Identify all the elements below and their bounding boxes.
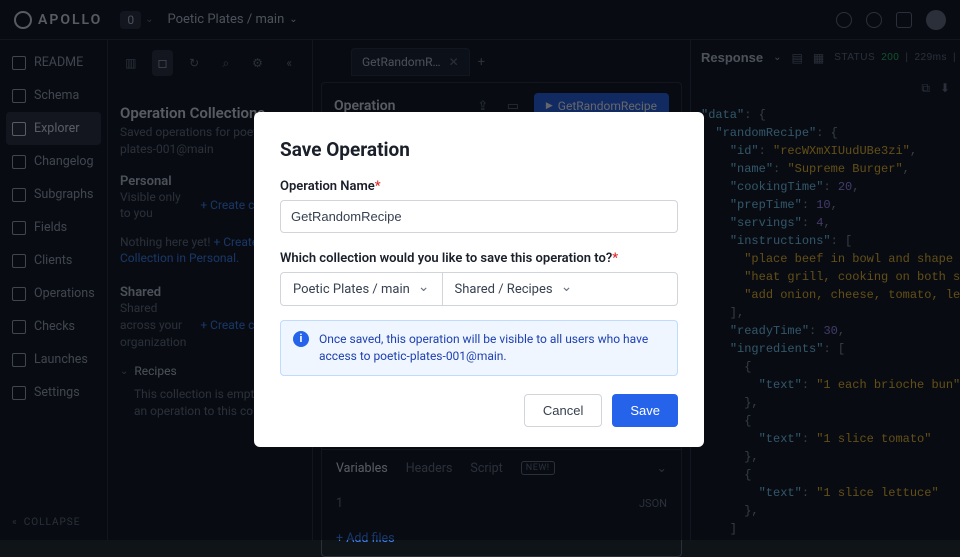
modal-title: Save Operation <box>280 138 678 161</box>
save-operation-modal: Save Operation Operation Name* Which col… <box>254 112 704 447</box>
name-label: Operation Name* <box>280 179 678 194</box>
collection-select-value: Shared / Recipes <box>455 282 553 297</box>
collection-select[interactable]: Shared / Recipes <box>443 273 585 305</box>
operation-name-input[interactable] <box>280 200 678 233</box>
info-text: Once saved, this operation will be visib… <box>319 331 665 365</box>
info-banner: i Once saved, this operation will be vis… <box>280 320 678 376</box>
cancel-button[interactable]: Cancel <box>524 394 602 427</box>
project-select[interactable]: Poetic Plates / main <box>281 273 443 305</box>
save-button[interactable]: Save <box>612 394 678 427</box>
collection-label: Which collection would you like to save … <box>280 251 678 266</box>
project-select-value: Poetic Plates / main <box>293 282 410 297</box>
info-icon: i <box>293 331 309 347</box>
